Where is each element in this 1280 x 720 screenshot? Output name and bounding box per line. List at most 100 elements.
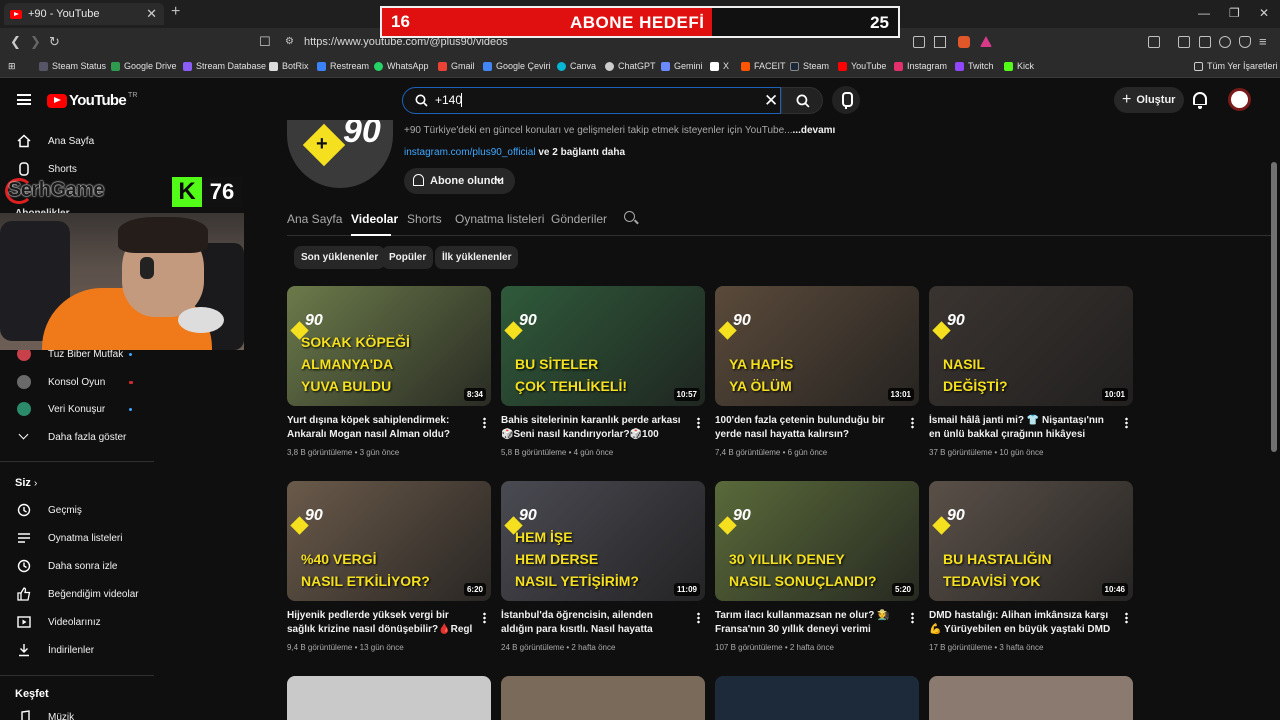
menu-icon[interactable]: ≡ [1259,34,1267,49]
sidebar-item-music[interactable]: Müzik [0,704,160,720]
video-thumbnail[interactable] [287,676,491,720]
video-thumbnail[interactable]: 90 YA HAPİS YA ÖLÜM 13:01 [715,286,919,406]
bookmark-item[interactable]: FACEIT [741,61,786,71]
forward-icon[interactable]: ❯ [30,34,41,50]
video-thumbnail[interactable] [501,676,705,720]
sidebar-item-playlists[interactable]: Oynatma listeleri [0,525,160,551]
video-title[interactable]: Hijyenik pedlerde yüksek vergi bir sağlı… [287,609,473,637]
maximize-icon[interactable]: ❐ [1229,6,1240,20]
video-thumbnail[interactable]: 90 %40 VERGİ NASIL ETKİLİYOR? 6:20 [287,481,491,601]
more-options-icon[interactable] [911,417,914,429]
voice-search-icon[interactable] [832,86,860,114]
brave-shield-icon[interactable] [958,36,970,48]
vpn-icon[interactable] [1239,36,1251,48]
browser-tab[interactable]: +90 - YouTube ✕ [4,3,164,25]
sidebar-toggle-icon[interactable] [1178,36,1190,48]
video-thumbnail[interactable]: 90 BU HASTALIĞIN TEDAVİSİ YOK 10:46 [929,481,1133,601]
rewards-icon[interactable] [980,36,992,47]
channel-description[interactable]: +90 Türkiye'deki en güncel konuları ve g… [404,125,835,136]
bookmark-item[interactable]: Canva [557,61,596,71]
tab-videos[interactable]: Videolar [351,212,398,226]
video-title[interactable]: İsmail hâlâ janti mi? 👕 Nişantaşı'nın en… [929,414,1115,442]
video-title[interactable]: Bahis sitelerinin karanlık perde arkası🎲… [501,414,687,442]
subscription-item[interactable]: Veri Konuşur [0,396,160,422]
tab-posts[interactable]: Gönderiler [551,212,607,226]
cast-icon[interactable] [913,36,925,48]
sidebar-item-watch-later[interactable]: Daha sonra izle [0,553,160,579]
close-window-icon[interactable]: ✕ [1259,6,1269,20]
tab-shorts[interactable]: Shorts [407,212,442,226]
bookmark-item[interactable]: Steam Status [39,61,106,71]
video-title[interactable]: İstanbul'da öğrencisin, ailenden aldığın… [501,609,687,637]
bookmark-item[interactable]: Google Drive [111,61,177,71]
search-button[interactable] [781,87,823,114]
notifications-icon[interactable] [1193,92,1207,109]
video-title[interactable]: Tarım ilacı kullanmazsan ne olur? 🧑‍🌾 Fr… [715,609,901,637]
video-title[interactable]: DMD hastalığı: Alihan imkânsıza karşı💪 Y… [929,609,1115,637]
new-tab-icon[interactable]: + [171,3,180,21]
more-options-icon[interactable] [697,417,700,429]
tab-home[interactable]: Ana Sayfa [287,212,342,226]
minimize-icon[interactable]: — [1198,6,1210,20]
more-options-icon[interactable] [911,612,914,624]
search-input[interactable]: +140 [402,87,781,114]
all-bookmarks[interactable]: Tüm Yer İşaretleri [1194,61,1278,71]
more-options-icon[interactable] [697,612,700,624]
clear-search-icon[interactable]: ✕ [764,91,778,111]
bookmark-item[interactable]: ChatGPT [605,61,656,71]
hamburger-menu-icon[interactable] [17,94,31,105]
video-thumbnail[interactable]: 90 HEM İŞE HEM DERSE NASIL YETİŞİRİM? 11:09 [501,481,705,601]
video-thumbnail[interactable]: 90 BU SİTELER ÇOK TEHLİKELİ! 10:57 [501,286,705,406]
sidebar-item-liked[interactable]: Beğendiğim videolar [0,581,160,607]
tab-playlists[interactable]: Oynatma listeleri [455,212,544,226]
more-options-icon[interactable] [483,417,486,429]
chip-popular[interactable]: Popüler [382,246,434,269]
create-button[interactable]: + Oluştur [1114,87,1184,113]
sidebar-item-home[interactable]: Ana Sayfa [0,128,160,154]
video-thumbnail[interactable] [929,676,1133,720]
bookmark-item[interactable]: X [710,61,729,71]
show-more-button[interactable]: Daha fazla göster [0,424,160,450]
subscribed-button[interactable]: Abone olundu [404,168,515,194]
reload-icon[interactable]: ↻ [49,34,60,50]
sidebar-item-your-videos[interactable]: Videolarınız [0,609,160,635]
scrollbar[interactable] [1271,162,1277,452]
account-avatar[interactable] [1228,88,1251,111]
bookmark-item[interactable]: Restream [317,61,369,71]
sidebar-item-downloads[interactable]: İndirilenler [0,637,160,663]
apps-icon[interactable]: ⊞ [8,61,16,72]
close-tab-icon[interactable]: ✕ [146,6,157,22]
site-info-icon[interactable]: ⚙ [285,36,294,47]
share-icon[interactable] [934,36,946,48]
video-title[interactable]: 100'den fazla çetenin bulunduğu bir yerd… [715,414,901,442]
chip-oldest[interactable]: İlk yüklenenler [435,246,519,269]
you-header[interactable]: Siz › [15,477,37,489]
bookmark-item[interactable]: WhatsApp [374,61,429,71]
video-thumbnail[interactable]: 90 30 YILLIK DENEY NASIL SONUÇLANDI? 5:20 [715,481,919,601]
back-icon[interactable]: ❮ [10,34,21,50]
more-options-icon[interactable] [1125,612,1128,624]
sidebar-item-history[interactable]: Geçmiş [0,497,160,523]
bookmark-item[interactable]: Gemini [661,61,703,71]
leo-icon[interactable] [1219,36,1231,48]
more-options-icon[interactable] [1125,417,1128,429]
channel-search-icon[interactable] [624,211,635,222]
bookmark-item[interactable]: Google Çeviri [483,61,551,71]
extension-icon[interactable] [1148,36,1160,48]
youtube-logo[interactable]: YouTube TR [47,92,137,109]
subscription-item[interactable]: Konsol Oyun [0,369,160,395]
wallet-icon[interactable] [1199,36,1211,48]
bookmark-item[interactable]: Instagram [894,61,947,71]
more-options-icon[interactable] [483,612,486,624]
video-thumbnail[interactable]: 90 NASIL DEĞİŞTİ? 10:01 [929,286,1133,406]
bookmark-item[interactable]: Steam [790,61,829,71]
channel-links[interactable]: instagram.com/plus90_official ve 2 bağla… [404,147,625,158]
video-thumbnail[interactable]: 90 SOKAK KÖPEĞİ ALMANYA'DA YUVA BULDU 8:34 [287,286,491,406]
video-title[interactable]: Yurt dışına köpek sahiplendirmek: Ankara… [287,414,473,442]
bookmark-item[interactable]: Stream Database [183,61,266,71]
video-thumbnail[interactable] [715,676,919,720]
bookmark-item[interactable]: Gmail [438,61,475,71]
bookmark-item[interactable]: Twitch [955,61,994,71]
bookmark-page-icon[interactable]: ☐ [259,34,271,50]
chip-latest[interactable]: Son yüklenenler [294,246,386,269]
